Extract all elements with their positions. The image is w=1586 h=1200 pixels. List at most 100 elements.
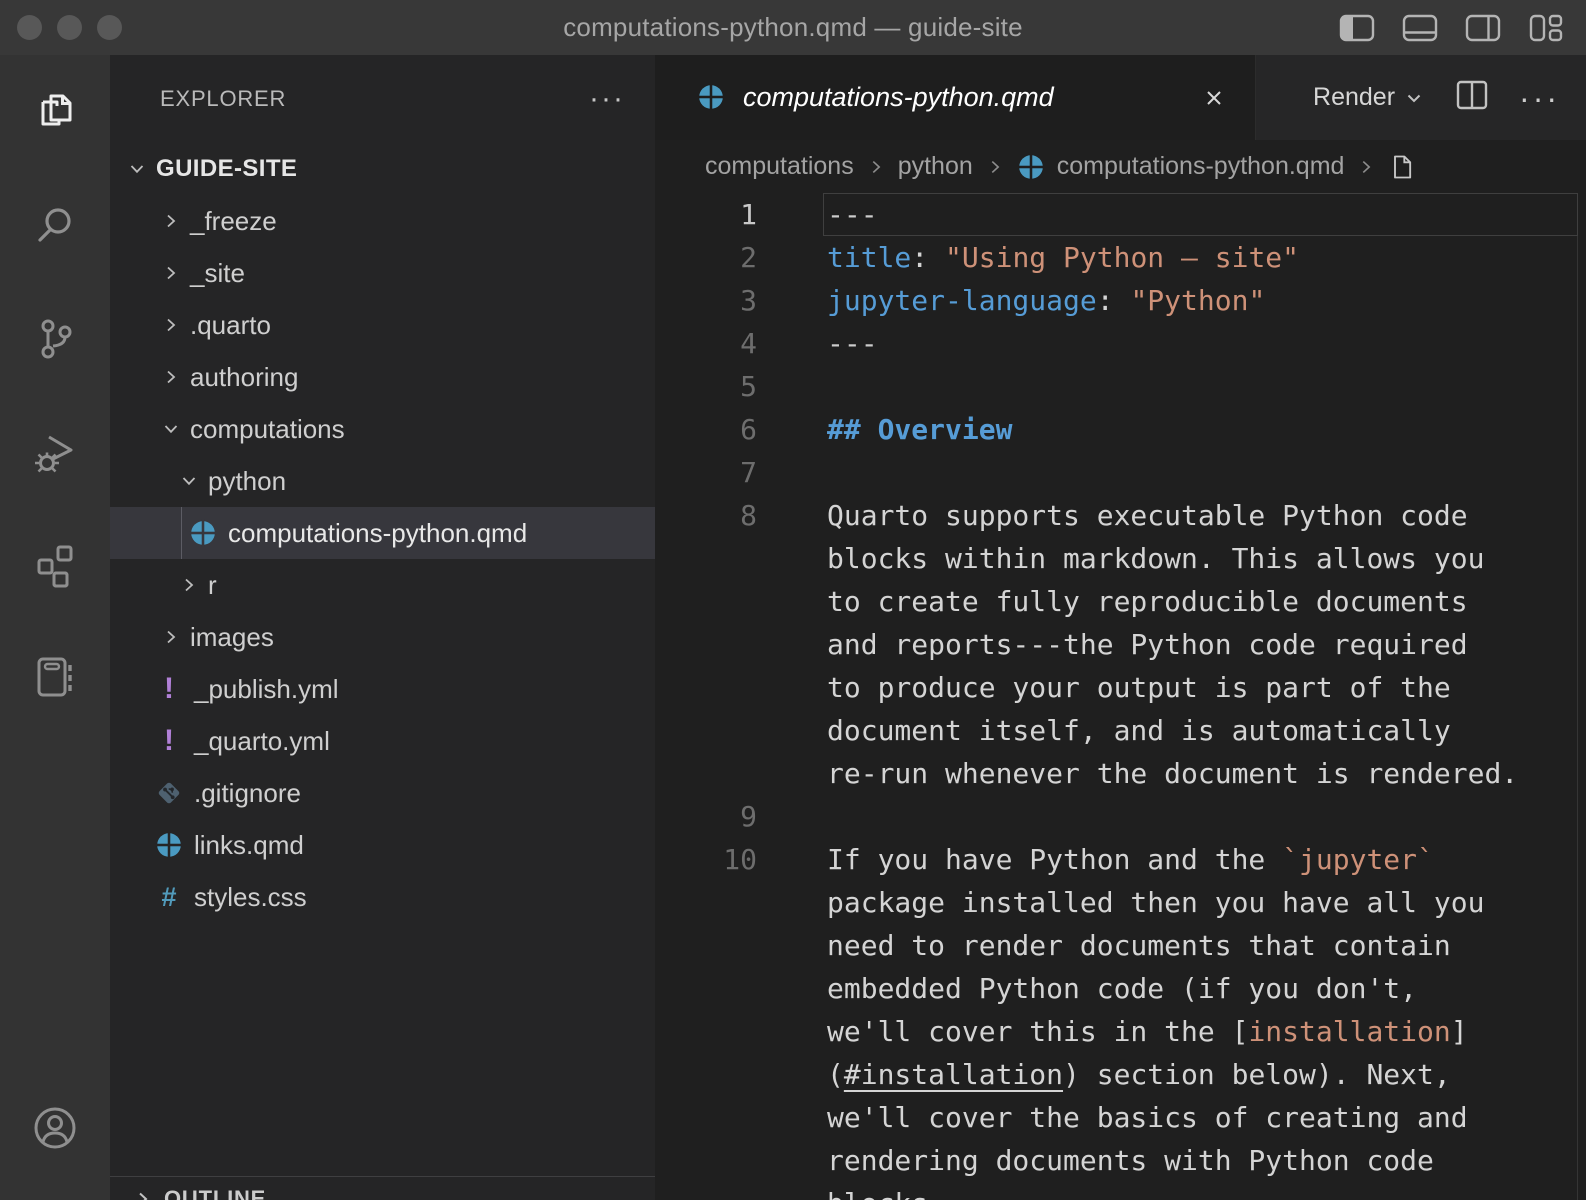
tree-item-label: _publish.yml [194, 674, 339, 705]
line-number: 6 [655, 408, 757, 451]
tree-item-label: images [190, 622, 274, 653]
editor-group: computations-python.qmd Render ··· [655, 55, 1586, 1200]
code-line[interactable]: 8Quarto supports executable Python code [655, 494, 1586, 537]
quarto-icon [189, 519, 217, 547]
account-icon[interactable] [0, 1103, 110, 1153]
source-control-icon[interactable] [0, 281, 110, 394]
code-line[interactable]: re-run whenever the document is rendered… [655, 752, 1586, 795]
render-label: Render [1313, 83, 1395, 112]
tree-item-label: authoring [190, 362, 298, 393]
line-number: 7 [655, 451, 757, 494]
breadcrumb-separator-icon [985, 157, 1005, 177]
code-line[interactable]: 9 [655, 795, 1586, 838]
tree-item--quarto-yml[interactable]: !_quarto.yml [110, 715, 655, 767]
code-line[interactable]: document itself, and is automatically [655, 709, 1586, 752]
tree-item--freeze[interactable]: _freeze [110, 195, 655, 247]
code-line[interactable]: blocks within markdown. This allows you [655, 537, 1586, 580]
tree-item-styles-css[interactable]: # styles.css [110, 871, 655, 923]
activity-bar [0, 55, 110, 1200]
breadcrumbs: computations python computations-python.qm… [655, 140, 1586, 193]
explorer-sidebar: EXPLORER ··· GUIDE-SITE_freeze_site.quar… [110, 55, 655, 1200]
tree-item-images[interactable]: images [110, 611, 655, 663]
tree-item--quarto[interactable]: .quarto [110, 299, 655, 351]
yaml-icon: ! [164, 724, 174, 758]
outline-header[interactable]: OUTLINE [110, 1177, 655, 1200]
tree-item-label: computations [190, 414, 345, 445]
code-line[interactable]: we'll cover this in the [installation] [655, 1010, 1586, 1053]
tree-item-label: r [208, 570, 217, 601]
tree-item-r[interactable]: r [110, 559, 655, 611]
tab-label: computations-python.qmd [743, 82, 1054, 113]
customize-layout-icon[interactable] [1528, 13, 1564, 43]
code-line[interactable]: 3jupyter-language: "Python" [655, 279, 1586, 322]
line-number: 9 [655, 795, 757, 838]
code-line[interactable]: 6## Overview [655, 408, 1586, 451]
close-window-button[interactable] [17, 15, 42, 40]
chevron-right-icon [160, 262, 182, 284]
code-line[interactable]: to produce your output is part of the [655, 666, 1586, 709]
chevron-right-icon [160, 314, 182, 336]
tree-item--gitignore[interactable]: .gitignore [110, 767, 655, 819]
toggle-panel-icon[interactable] [1402, 13, 1438, 43]
code-line[interactable]: need to render documents that contain [655, 924, 1586, 967]
search-icon[interactable] [0, 168, 110, 281]
notebook-icon[interactable] [0, 620, 110, 733]
toggle-secondary-sidebar-icon[interactable] [1465, 13, 1501, 43]
explorer-more-actions-icon[interactable]: ··· [589, 89, 625, 109]
tree-item-computations-python-qmd[interactable]: computations-python.qmd [110, 507, 655, 559]
editor-more-actions-icon[interactable]: ··· [1519, 88, 1560, 108]
quarto-icon [697, 83, 725, 111]
code-line[interactable]: to create fully reproducible documents [655, 580, 1586, 623]
minimize-window-button[interactable] [57, 15, 82, 40]
tree-item-label: computations-python.qmd [228, 518, 527, 549]
tree-item-label: .quarto [190, 310, 271, 341]
tree-item-authoring[interactable]: authoring [110, 351, 655, 403]
toggle-primary-sidebar-icon[interactable] [1339, 13, 1375, 43]
code-line[interactable]: 7 [655, 451, 1586, 494]
tree-root-guide-site[interactable]: GUIDE-SITE [110, 143, 655, 195]
code-line[interactable]: 1--- [655, 193, 1586, 236]
breadcrumb-item[interactable]: computations-python.qmd [1057, 152, 1345, 181]
tree-item-links-qmd[interactable]: links.qmd [110, 819, 655, 871]
code-line[interactable]: package installed then you have all you [655, 881, 1586, 924]
quarto-icon [155, 831, 183, 859]
render-button[interactable]: Render [1313, 83, 1425, 112]
code-line[interactable]: 5 [655, 365, 1586, 408]
split-editor-icon[interactable] [1455, 79, 1489, 116]
file-breadcrumb-icon [1388, 153, 1416, 181]
line-number: 10 [655, 838, 757, 881]
tree-item-label: styles.css [194, 882, 307, 913]
tree-item--site[interactable]: _site [110, 247, 655, 299]
tree-item-python[interactable]: python [110, 455, 655, 507]
traffic-lights [17, 0, 122, 55]
code-editor[interactable]: 1---2title: "Using Python — site"3jupyte… [655, 193, 1586, 1200]
code-line[interactable]: 2title: "Using Python — site" [655, 236, 1586, 279]
breadcrumb-item[interactable]: computations [705, 152, 854, 181]
breadcrumb-separator-icon [1356, 157, 1376, 177]
code-line[interactable]: blocks. [655, 1182, 1586, 1200]
outline-label: OUTLINE [164, 1186, 266, 1200]
tree-item-label: .gitignore [194, 778, 301, 809]
code-line[interactable]: rendering documents with Python code [655, 1139, 1586, 1182]
code-line[interactable]: we'll cover the basics of creating and [655, 1096, 1586, 1139]
explorer-icon[interactable] [0, 55, 110, 168]
zoom-window-button[interactable] [97, 15, 122, 40]
file-icon [1388, 152, 1416, 182]
code-line[interactable]: 4--- [655, 322, 1586, 365]
breadcrumb-item[interactable]: python [898, 152, 973, 181]
code-line[interactable]: (#installation) section below). Next, [655, 1053, 1586, 1096]
chevron-right-icon [160, 210, 182, 232]
css-icon: # [161, 882, 176, 913]
close-tab-icon[interactable] [1201, 85, 1227, 111]
tree-item--publish-yml[interactable]: !_publish.yml [110, 663, 655, 715]
code-line[interactable]: 10If you have Python and the `jupyter` [655, 838, 1586, 881]
extensions-icon[interactable] [0, 507, 110, 620]
tab-computations-python-qmd[interactable]: computations-python.qmd [655, 55, 1256, 140]
code-line[interactable]: and reports---the Python code required [655, 623, 1586, 666]
quarto-icon [1017, 153, 1045, 181]
code-line[interactable]: embedded Python code (if you don't, [655, 967, 1586, 1010]
run-and-debug-icon[interactable] [0, 394, 110, 507]
tree-item-computations[interactable]: computations [110, 403, 655, 455]
line-number: 2 [655, 236, 757, 279]
chevron-right-icon [160, 366, 182, 388]
